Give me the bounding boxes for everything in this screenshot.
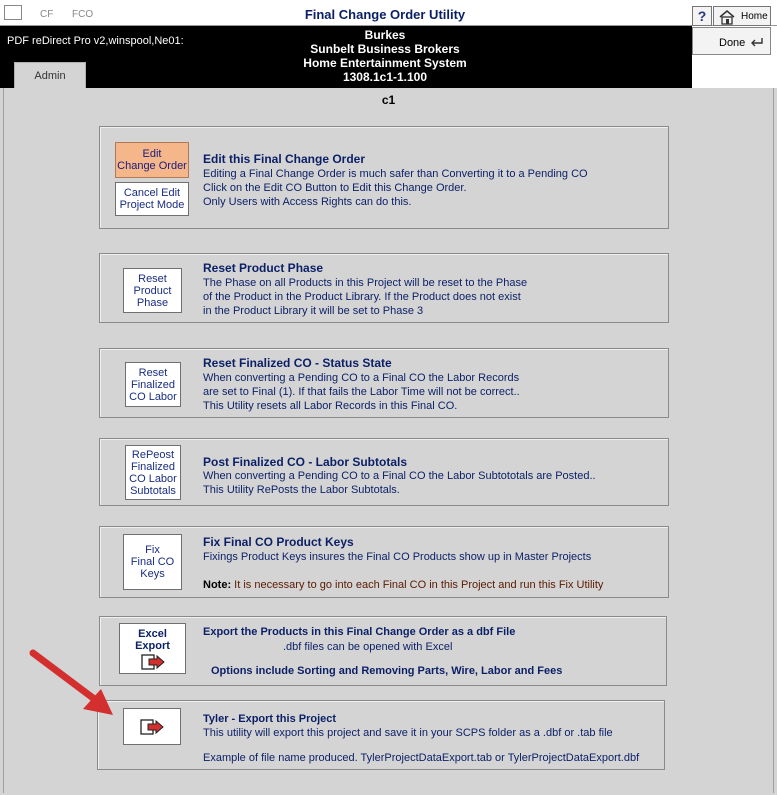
reset-status-line3: This Utility resets all Labor Records in… xyxy=(203,400,458,412)
reset-product-phase-button[interactable]: Reset Product Phase xyxy=(123,268,182,313)
tyler-export-title: Tyler - Export this Project xyxy=(203,713,337,725)
fix-keys-title: Fix Final CO Product Keys xyxy=(203,535,354,549)
edit-panel-text: Editing a Final Change Order is much saf… xyxy=(203,167,588,209)
note-label: Note: xyxy=(203,579,232,591)
help-icon: ? xyxy=(697,8,707,24)
tab-cf[interactable]: CF xyxy=(40,9,53,20)
export-arrow-icon xyxy=(140,653,165,670)
help-button[interactable]: ? xyxy=(692,6,712,26)
repost-labor-subtotals-button[interactable]: RePeost Finalized CO Labor Subtotals xyxy=(125,445,181,500)
reset-status-btn-line2: Finalized xyxy=(130,378,176,391)
done-label: Done xyxy=(719,37,746,49)
edit-panel-title: Edit this Final Change Order xyxy=(203,152,366,166)
repost-btn-line4: Subtotals xyxy=(130,484,176,497)
window-title: Final Change Order Utility xyxy=(304,7,466,22)
done-button[interactable]: Done xyxy=(692,27,771,55)
export-arrow-icon xyxy=(140,718,164,735)
project-name: Home Entertainment System xyxy=(303,56,467,70)
edit-button-line1: Edit xyxy=(142,148,162,160)
edit-button-line2: Change Order xyxy=(117,160,187,172)
reset-status-line1: When converting a Pending CO to a Final … xyxy=(203,372,520,384)
edit-text-line2: Click on the Edit CO Button to Edit this… xyxy=(203,182,467,194)
reset-phase-btn-line3: Phase xyxy=(136,296,169,309)
reset-phase-line2: of the Product in the Product Library. I… xyxy=(203,291,521,303)
reset-status-title: Reset Finalized CO - Status State xyxy=(203,356,392,370)
reset-phase-line1: The Phase on all Products in this Projec… xyxy=(203,277,528,289)
broker-name: Sunbelt Business Brokers xyxy=(310,42,460,56)
home-button[interactable]: Home xyxy=(713,6,771,26)
reset-phase-btn-line2: Product xyxy=(133,284,172,297)
reset-status-line2: are set to Final (1). If that fails the … xyxy=(203,386,520,398)
tyler-export-text: This utility will export this project an… xyxy=(203,727,613,739)
repost-btn-line3: CO Labor xyxy=(129,472,177,485)
section-id: c1 xyxy=(381,93,396,107)
project-number: 1308.1c1-1.100 xyxy=(342,70,428,84)
post-subtotals-line2: This Utility RePosts the Labor Subtotals… xyxy=(203,484,400,496)
post-subtotals-text: When converting a Pending CO to a Final … xyxy=(203,469,596,497)
cancel-button-line1: Cancel Edit xyxy=(123,187,181,199)
cancel-button-line2: Project Mode xyxy=(119,199,185,211)
note-text: It is necessary to go into each Final CO… xyxy=(231,579,604,591)
excel-btn-line2: Export xyxy=(135,639,170,652)
reset-phase-title: Reset Product Phase xyxy=(203,261,324,275)
excel-export-title: Export the Products in this Final Change… xyxy=(203,626,516,638)
edit-text-line1: Editing a Final Change Order is much saf… xyxy=(203,168,588,180)
reset-phase-line3: in the Product Library it will be set to… xyxy=(203,305,424,317)
reset-phase-btn-line1: Reset xyxy=(138,272,167,285)
return-icon xyxy=(751,38,763,47)
printer-label: PDF reDirect Pro v2,winspool,Ne01: xyxy=(7,35,184,47)
fix-keys-text: Fixings Product Keys insures the Final C… xyxy=(203,551,592,563)
repost-btn-line1: RePeost xyxy=(131,448,175,461)
home-label: Home xyxy=(741,11,768,22)
cancel-edit-button[interactable]: Cancel Edit Project Mode xyxy=(115,182,189,216)
edit-text-line3: Only Users with Access Rights can do thi… xyxy=(203,196,412,208)
reset-status-btn-line1: Reset xyxy=(138,366,168,379)
home-icon xyxy=(719,10,735,25)
fix-final-co-keys-button[interactable]: Fix Final CO Keys xyxy=(123,534,182,590)
pointer-arrow-icon xyxy=(29,649,113,715)
fix-keys-btn-line3: Keys xyxy=(140,568,165,580)
fix-keys-note: Note: It is necessary to go into each Fi… xyxy=(203,578,603,592)
company-name: Burkes xyxy=(364,28,406,42)
tab-fco[interactable]: FCO xyxy=(72,9,93,20)
post-subtotals-title: Post Finalized CO - Labor Subtotals xyxy=(203,455,408,469)
window-menu-box[interactable] xyxy=(4,5,22,20)
tab-admin[interactable]: Admin xyxy=(14,62,86,88)
tyler-export-example: Example of file name produced. TylerProj… xyxy=(203,752,640,764)
project-header: Burkes Sunbelt Business Brokers Home Ent… xyxy=(200,28,570,84)
edit-change-order-button[interactable]: Edit Change Order xyxy=(115,142,189,178)
tyler-export-button[interactable] xyxy=(123,708,181,745)
fix-keys-btn-line1: Fix xyxy=(145,544,160,556)
reset-phase-text: The Phase on all Products in this Projec… xyxy=(203,276,527,318)
repost-btn-line2: Finalized xyxy=(130,460,176,473)
reset-status-text: When converting a Pending CO to a Final … xyxy=(203,371,520,413)
post-subtotals-line1: When converting a Pending CO to a Final … xyxy=(203,470,596,482)
reset-status-btn-line3: CO Labor xyxy=(129,390,177,403)
excel-export-subtext: .dbf files can be opened with Excel xyxy=(283,641,453,653)
excel-export-options: Options include Sorting and Removing Par… xyxy=(211,665,563,677)
excel-btn-line1: Excel xyxy=(138,627,167,640)
reset-finalized-co-labor-button[interactable]: Reset Finalized CO Labor xyxy=(125,362,181,407)
excel-export-button[interactable]: Excel Export xyxy=(119,623,186,674)
fix-keys-btn-line2: Final CO xyxy=(130,556,175,568)
